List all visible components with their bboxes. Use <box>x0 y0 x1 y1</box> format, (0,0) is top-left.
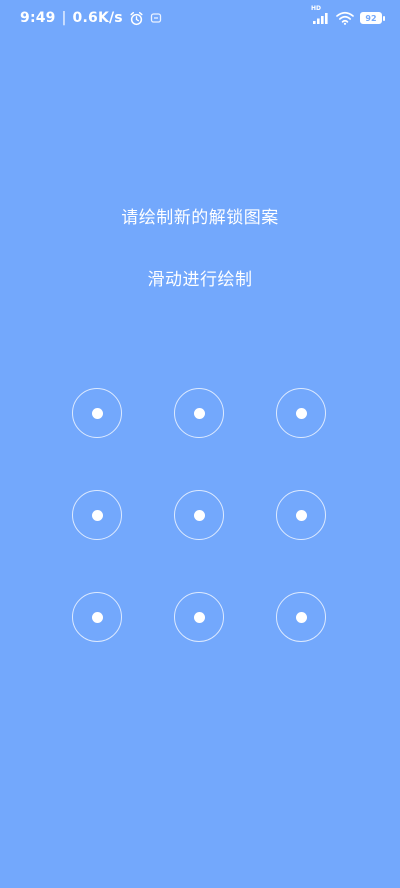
pattern-node-1[interactable] <box>72 388 122 438</box>
pattern-node-dot <box>91 611 103 623</box>
pattern-node-dot <box>193 407 205 419</box>
pattern-node-5[interactable] <box>174 490 224 540</box>
pattern-grid[interactable] <box>0 0 400 888</box>
pattern-node-6[interactable] <box>276 490 326 540</box>
pattern-subtitle: 滑动进行绘制 <box>147 270 253 290</box>
pattern-title: 请绘制新的解锁图案 <box>121 208 279 228</box>
pattern-node-4[interactable] <box>72 490 122 540</box>
pattern-node-dot <box>295 509 307 521</box>
battery-icon: 92 <box>360 12 385 24</box>
pattern-node-dot <box>193 509 205 521</box>
notification-icon <box>150 12 162 24</box>
wifi-icon <box>336 11 354 25</box>
status-bar: 9:49 | 0.6K/s HD 92 <box>0 0 400 36</box>
pattern-node-2[interactable] <box>174 388 224 438</box>
pattern-node-9[interactable] <box>276 592 326 642</box>
pattern-node-dot <box>295 611 307 623</box>
signal-icon: HD <box>311 5 330 25</box>
status-separator: | <box>61 10 67 26</box>
lock-pattern-screen: 9:49 | 0.6K/s HD 92 请绘制新的解锁图案 滑动进行绘制 <box>0 0 400 888</box>
battery-level: 92 <box>365 13 377 23</box>
pattern-node-dot <box>91 509 103 521</box>
alarm-icon <box>129 11 144 26</box>
pattern-node-7[interactable] <box>72 592 122 642</box>
network-speed: 0.6K/s <box>72 10 123 26</box>
pattern-node-dot <box>91 407 103 419</box>
status-right: HD 92 <box>311 5 385 25</box>
pattern-node-8[interactable] <box>174 592 224 642</box>
pattern-node-dot <box>295 407 307 419</box>
status-left: 9:49 | 0.6K/s <box>20 10 162 26</box>
status-time: 9:49 <box>20 10 56 26</box>
pattern-node-dot <box>193 611 205 623</box>
pattern-node-3[interactable] <box>276 388 326 438</box>
hd-label: HD <box>311 5 322 12</box>
